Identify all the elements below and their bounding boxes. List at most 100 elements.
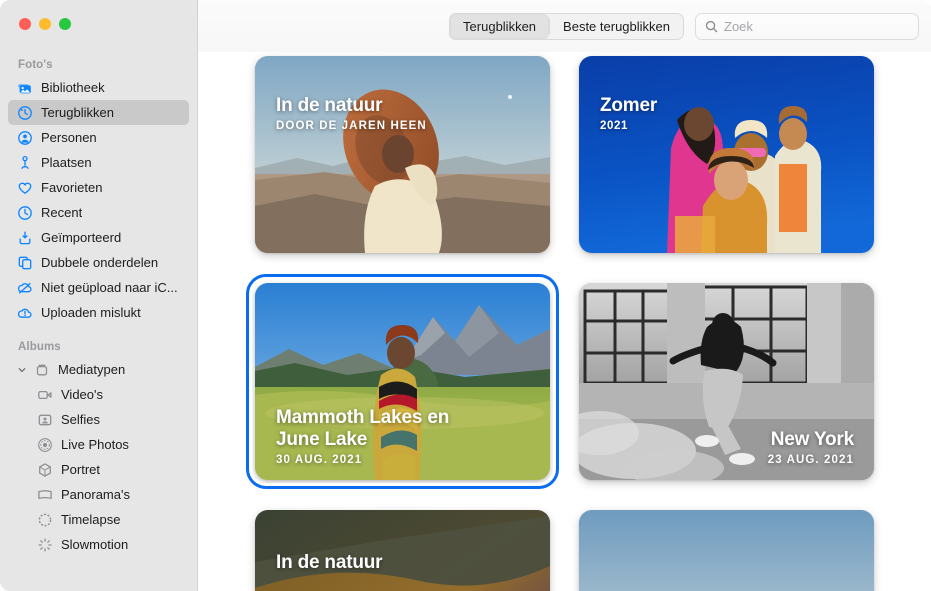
toolbar: Terugblikken Beste terugblikken [198,0,931,52]
selfie-icon [36,411,53,428]
memories-grid: In de natuur DOOR DE JAREN HEEN [198,52,931,591]
sidebar-item-label: Dubbele onderdelen [41,255,158,270]
cloud-warning-icon [16,304,33,321]
slowmotion-icon [36,536,53,553]
memory-card-slot: In de natuur DOOR DE JAREN HEEN [255,56,550,253]
import-icon [16,229,33,246]
main-content: Terugblikken Beste terugblikken [198,0,931,591]
sidebar-item-dubbele-onderdelen[interactable]: Dubbele onderdelen [8,250,189,275]
sidebar-item-label: Slowmotion [61,537,128,552]
sidebar-item-favorieten[interactable]: Favorieten [8,175,189,200]
memory-card-subtitle: 2021 [600,120,657,132]
memory-card-in-de-natuur-dunes[interactable]: In de natuur [255,510,550,591]
memory-card-overlay: New York 23 AUG. 2021 [579,283,874,480]
sidebar-item-panoramas[interactable]: Panorama's [8,482,189,507]
sidebar-item-bibliotheek[interactable]: Bibliotheek [8,75,189,100]
chevron-down-icon[interactable] [16,364,27,375]
memory-card-mammoth-lakes[interactable]: Mammoth Lakes en June Lake 30 AUG. 2021 [255,283,550,480]
sidebar: Foto's Bibliotheek [0,0,198,591]
sidebar-item-uploaden-mislukt[interactable]: Uploaden mislukt [8,300,189,325]
memory-card-subtitle: DOOR DE JAREN HEEN [276,120,427,132]
sidebar-item-terugblikken[interactable]: Terugblikken [8,100,189,125]
sidebar-item-label: Timelapse [61,512,120,527]
panorama-icon [36,486,53,503]
sidebar-item-videos[interactable]: Video's [8,382,189,407]
sidebar-item-label: Geïmporteerd [41,230,121,245]
sidebar-item-label: Live Photos [61,437,129,452]
sidebar-item-label: Mediatypen [58,362,125,377]
search-field[interactable] [695,13,919,40]
sidebar-item-label: Selfies [61,412,100,427]
sidebar-item-label: Panorama's [61,487,130,502]
sidebar-item-recent[interactable]: Recent [8,200,189,225]
sidebar-list-photos: Bibliotheek Terugblikken [0,75,197,325]
memory-card-slot: Zomer 2021 [579,56,874,253]
sidebar-item-slowmotion[interactable]: Slowmotion [8,532,189,557]
memory-card-zomer[interactable]: Zomer 2021 [579,56,874,253]
memory-card-new-york[interactable]: New York 23 AUG. 2021 [579,283,874,480]
sidebar-item-portret[interactable]: Portret [8,457,189,482]
memory-card-title: In de natuur [276,552,382,574]
sidebar-item-label: Video's [61,387,103,402]
memory-card-text: New York 23 AUG. 2021 [768,429,854,466]
live-photo-icon [36,436,53,453]
close-window-button[interactable] [19,18,31,30]
sidebar-item-geimporteerd[interactable]: Geïmporteerd [8,225,189,250]
search-input[interactable] [724,19,909,34]
people-icon [16,129,33,146]
sidebar-item-label: Favorieten [41,180,102,195]
memory-card-title: Zomer [600,95,657,117]
memory-card-slot [579,510,874,591]
duplicates-icon [16,254,33,271]
sidebar-item-niet-geupload[interactable]: Niet geüpload naar iC... [8,275,189,300]
memory-card-text: In de natuur DOOR DE JAREN HEEN [276,95,427,132]
memory-card-text: Zomer 2021 [600,95,657,132]
video-icon [36,386,53,403]
view-mode-segmented-control[interactable]: Terugblikken Beste terugblikken [449,13,684,40]
portrait-icon [36,461,53,478]
sidebar-list-albums: Mediatypen Video's [0,357,197,557]
memory-card-overlay: Mammoth Lakes en June Lake 30 AUG. 2021 [255,283,550,480]
memory-card-overlay: In de natuur DOOR DE JAREN HEEN [255,56,550,253]
memory-card-slot: In de natuur [255,510,550,591]
sidebar-item-label: Terugblikken [41,105,114,120]
cloud-slash-icon [16,279,33,296]
memories-icon [16,104,33,121]
memory-card-slot-selected: Mammoth Lakes en June Lake 30 AUG. 2021 [255,283,550,480]
sidebar-item-label: Bibliotheek [41,80,105,95]
timelapse-icon [36,511,53,528]
media-types-icon [33,361,50,378]
sidebar-section-albums-label: Albums [0,325,197,357]
sidebar-item-personen[interactable]: Personen [8,125,189,150]
memory-card-overlay: In de natuur [255,510,550,591]
sidebar-item-live-photos[interactable]: Live Photos [8,432,189,457]
memory-card-dusk-silhouettes[interactable] [579,510,874,591]
photos-library-icon [16,79,33,96]
sidebar-item-label: Niet geüpload naar iC... [41,280,178,295]
clock-icon [16,204,33,221]
sidebar-item-label: Portret [61,462,100,477]
memory-card-overlay [579,510,874,591]
window-controls [0,0,197,38]
memory-card-subtitle: 23 AUG. 2021 [768,454,854,466]
memory-card-in-de-natuur[interactable]: In de natuur DOOR DE JAREN HEEN [255,56,550,253]
tab-beste-terugblikken[interactable]: Beste terugblikken [550,14,683,39]
maximize-window-button[interactable] [59,18,71,30]
sidebar-item-selfies[interactable]: Selfies [8,407,189,432]
memory-card-slot: New York 23 AUG. 2021 [579,283,874,480]
memory-card-title: Mammoth Lakes en June Lake [276,407,486,451]
heart-icon [16,179,33,196]
tab-terugblikken[interactable]: Terugblikken [450,14,549,39]
memory-card-subtitle: 30 AUG. 2021 [276,454,486,466]
memory-card-title: In de natuur [276,95,427,117]
sidebar-item-label: Personen [41,130,97,145]
minimize-window-button[interactable] [39,18,51,30]
sidebar-item-label: Plaatsen [41,155,92,170]
sidebar-item-timelapse[interactable]: Timelapse [8,507,189,532]
sidebar-item-label: Recent [41,205,82,220]
sidebar-item-mediatypen[interactable]: Mediatypen [8,357,189,382]
memory-card-title: New York [768,429,854,451]
memory-card-text: Mammoth Lakes en June Lake 30 AUG. 2021 [276,407,486,466]
sidebar-item-plaatsen[interactable]: Plaatsen [8,150,189,175]
sidebar-section-photos-label: Foto's [0,38,197,75]
